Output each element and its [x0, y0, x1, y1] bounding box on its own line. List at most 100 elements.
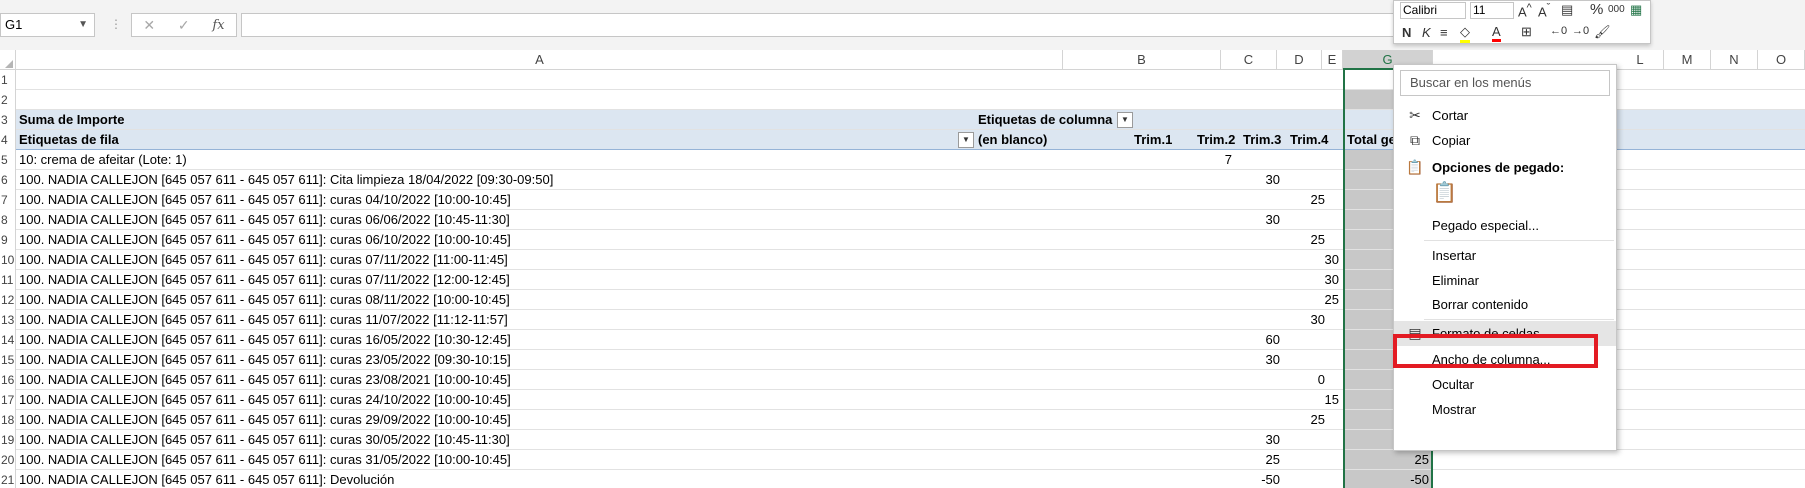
cell-a[interactable]: 10: crema de afeitar (Lote: 1)	[19, 150, 1059, 170]
row-number[interactable]: 16	[0, 370, 16, 390]
pivot-column-labels[interactable]: Etiquetas de columna	[978, 110, 1112, 130]
decrease-font-icon[interactable]: Aˇ	[1538, 2, 1550, 19]
cell-d[interactable]: 30	[1237, 170, 1280, 190]
cell-f[interactable]	[1298, 310, 1339, 330]
cell-a[interactable]: 100. NADIA CALLEJON [645 057 611 - 645 0…	[19, 450, 1059, 470]
column-header-o[interactable]: O	[1758, 50, 1805, 70]
borders-icon[interactable]: ⊞	[1521, 24, 1532, 40]
cell-f[interactable]	[1298, 330, 1339, 350]
trim-1-header[interactable]: Trim.1	[1134, 130, 1172, 150]
cell-f[interactable]	[1298, 230, 1339, 250]
cell-c[interactable]	[1178, 70, 1232, 90]
font-color-icon[interactable]: A	[1492, 24, 1501, 42]
cell-a[interactable]: 100. NADIA CALLEJON [645 057 611 - 645 0…	[19, 250, 1059, 270]
menu-item-insert[interactable]: Insertar	[1394, 243, 1616, 268]
cell-d[interactable]: 30	[1237, 350, 1280, 370]
cell-c[interactable]	[1178, 170, 1232, 190]
chevron-down-icon[interactable]: ▼	[78, 14, 88, 36]
cell-d[interactable]	[1237, 150, 1280, 170]
format-painter-icon[interactable]: 🖌	[1594, 24, 1611, 40]
cell-f[interactable]	[1298, 170, 1339, 190]
menu-item-paste-special[interactable]: Pegado especial...	[1394, 213, 1616, 238]
currency-format-icon[interactable]: ▤	[1561, 2, 1573, 18]
font-size-select[interactable]: 11	[1470, 2, 1514, 19]
pivot-title[interactable]: Suma de Importe	[19, 110, 124, 130]
cell-d[interactable]	[1237, 270, 1280, 290]
insert-function-icon[interactable]: fx	[212, 18, 224, 33]
cell-f[interactable]	[1298, 190, 1339, 210]
column-header-n[interactable]: N	[1711, 50, 1758, 70]
cell-f[interactable]	[1298, 350, 1339, 370]
menu-item-delete[interactable]: Eliminar	[1394, 268, 1616, 293]
cell-a[interactable]: 100. NADIA CALLEJON [645 057 611 - 645 0…	[19, 350, 1059, 370]
cell-d[interactable]: 30	[1237, 430, 1280, 450]
cell-d[interactable]	[1237, 370, 1280, 390]
cell-a[interactable]: 100. NADIA CALLEJON [645 057 611 - 645 0…	[19, 430, 1059, 450]
cell-a[interactable]: 100. NADIA CALLEJON [645 057 611 - 645 0…	[19, 230, 1059, 250]
cell-d[interactable]	[1237, 310, 1280, 330]
menu-item-hide[interactable]: Ocultar	[1394, 372, 1616, 397]
cell-a[interactable]	[19, 90, 1059, 110]
menu-item-clear-contents[interactable]: Borrar contenido	[1394, 292, 1616, 317]
row-number[interactable]: 2	[0, 90, 16, 110]
pivot-row-labels[interactable]: Etiquetas de fila	[19, 130, 119, 150]
column-header-b[interactable]: B	[1063, 50, 1221, 70]
column-header-l[interactable]: L	[1617, 50, 1664, 70]
fill-color-icon[interactable]: ◇	[1460, 24, 1470, 43]
decrease-decimal-icon[interactable]: →0	[1572, 25, 1589, 37]
column-header-d[interactable]: D	[1277, 50, 1322, 70]
cell-d[interactable]: -50	[1237, 470, 1280, 488]
cell-a[interactable]	[19, 70, 1059, 90]
cell-d[interactable]: 25	[1237, 450, 1280, 470]
column-header-m[interactable]: M	[1664, 50, 1711, 70]
column-header-c[interactable]: C	[1221, 50, 1277, 70]
cell-c[interactable]	[1178, 290, 1232, 310]
increase-font-icon[interactable]: A^	[1518, 2, 1532, 19]
row-number[interactable]: 14	[0, 330, 16, 350]
row-number[interactable]: 7	[0, 190, 16, 210]
row-number[interactable]: 4	[0, 130, 16, 150]
paste-icon[interactable]: 📋	[1432, 181, 1457, 206]
formula-input[interactable]	[241, 13, 1396, 37]
thousands-separator-icon[interactable]: 000	[1608, 4, 1625, 15]
row-number[interactable]: 11	[0, 270, 16, 290]
cell-c[interactable]	[1178, 90, 1232, 110]
italic-button[interactable]: K	[1422, 25, 1431, 40]
row-number[interactable]: 1	[0, 70, 16, 90]
cell-d[interactable]	[1237, 410, 1280, 430]
cell-f[interactable]: 25	[1298, 290, 1339, 310]
cell-c[interactable]	[1178, 190, 1232, 210]
menu-item-unhide[interactable]: Mostrar	[1394, 397, 1616, 422]
cell-f[interactable]	[1298, 370, 1339, 390]
cell-d[interactable]	[1237, 390, 1280, 410]
row-number[interactable]: 5	[0, 150, 16, 170]
cell-a[interactable]: 100. NADIA CALLEJON [645 057 611 - 645 0…	[19, 390, 1059, 410]
cell-a[interactable]: 100. NADIA CALLEJON [645 057 611 - 645 0…	[19, 470, 1059, 488]
cell-a[interactable]: 100. NADIA CALLEJON [645 057 611 - 645 0…	[19, 170, 1059, 190]
row-number[interactable]: 13	[0, 310, 16, 330]
align-center-icon[interactable]: ≡	[1440, 25, 1448, 40]
cell-c[interactable]	[1178, 350, 1232, 370]
cell-a[interactable]: 100. NADIA CALLEJON [645 057 611 - 645 0…	[19, 190, 1059, 210]
row-number[interactable]: 20	[0, 450, 16, 470]
menu-item-copy[interactable]: ⧉ Copiar	[1394, 128, 1616, 153]
cell-c[interactable]	[1178, 310, 1232, 330]
row-number[interactable]: 12	[0, 290, 16, 310]
cell-a[interactable]: 100. NADIA CALLEJON [645 057 611 - 645 0…	[19, 370, 1059, 390]
cell-c[interactable]	[1178, 270, 1232, 290]
column-filter-dropdown-icon[interactable]: ▼	[1117, 112, 1133, 128]
cell-a[interactable]: 100. NADIA CALLEJON [645 057 611 - 645 0…	[19, 290, 1059, 310]
name-box[interactable]: G1 ▼	[0, 13, 95, 37]
cell-f[interactable]	[1298, 90, 1339, 110]
font-name-select[interactable]: Calibri	[1400, 2, 1466, 19]
cell-c[interactable]	[1178, 230, 1232, 250]
cell-f[interactable]	[1298, 70, 1339, 90]
cell-d[interactable]	[1237, 230, 1280, 250]
cell-f[interactable]: 15	[1298, 390, 1339, 410]
cell-a[interactable]: 100. NADIA CALLEJON [645 057 611 - 645 0…	[19, 410, 1059, 430]
cell-a[interactable]: 100. NADIA CALLEJON [645 057 611 - 645 0…	[19, 210, 1059, 230]
cell-d[interactable]	[1237, 250, 1280, 270]
cell-a[interactable]: 100. NADIA CALLEJON [645 057 611 - 645 0…	[19, 310, 1059, 330]
row-number[interactable]: 19	[0, 430, 16, 450]
row-filter-dropdown-icon[interactable]: ▼	[958, 132, 974, 148]
